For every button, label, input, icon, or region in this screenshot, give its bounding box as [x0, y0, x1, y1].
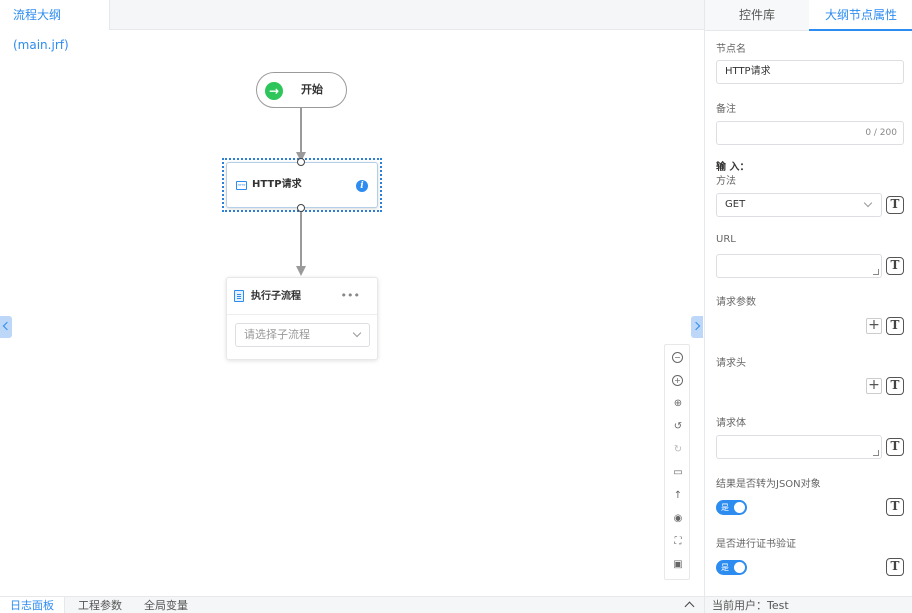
arrow-up-icon[interactable]: ↑ — [671, 489, 685, 503]
json-result-toggle[interactable]: 是 — [716, 500, 747, 515]
properties-panel: 控件库 大纲节点属性 节点名 HTTP请求 备注 0 / 200 输 入： 方法… — [704, 0, 912, 613]
fullscreen-icon[interactable]: ⛶ — [671, 535, 685, 549]
chevron-left-icon — [2, 321, 12, 331]
body-textarea[interactable] — [716, 435, 882, 459]
port-in[interactable] — [297, 158, 305, 166]
text-mode-button[interactable]: T — [886, 498, 904, 516]
text-mode-button[interactable]: T — [886, 438, 904, 456]
resize-grip-icon[interactable] — [873, 269, 879, 275]
chevron-right-icon — [691, 321, 701, 331]
chevron-down-icon — [352, 328, 362, 338]
add-query-param-button[interactable]: + — [866, 318, 882, 334]
subflow-select[interactable]: 请选择子流程 — [235, 323, 370, 347]
info-icon[interactable]: i — [356, 180, 368, 192]
chevron-up-icon[interactable] — [684, 601, 695, 612]
tab-project-params[interactable]: 工程参数 — [78, 597, 122, 613]
tab-global-vars[interactable]: 全局变量 — [144, 597, 188, 613]
node-subflow-header: 执行子流程 ••• — [227, 278, 377, 315]
cert-verify-label: 是否进行证书验证 — [716, 539, 796, 550]
json-result-label: 结果是否转为JSON对象 — [716, 479, 821, 490]
method-value: GET — [725, 199, 746, 210]
toggle-text: 是 — [721, 563, 729, 572]
more-icon[interactable]: ••• — [341, 289, 360, 302]
node-http-label: HTTP请求 — [252, 179, 302, 190]
flow-canvas[interactable]: 流程大纲(main.jrf) → 开始 HTTP HTTP请求 i 执行子流程 … — [0, 0, 704, 596]
redo-icon[interactable]: ↻ — [671, 443, 685, 457]
tab-log-panel[interactable]: 日志面板 — [0, 597, 65, 613]
zoom-out-icon[interactable]: − — [672, 352, 683, 363]
bottom-panel-tabs: 日志面板 工程参数 全局变量 — [0, 596, 704, 613]
node-subflow[interactable]: 执行子流程 ••• 请选择子流程 — [226, 277, 378, 360]
toggle-knob — [734, 562, 745, 573]
zoom-in-icon[interactable]: + — [672, 375, 683, 386]
tab-node-properties[interactable]: 大纲节点属性 — [809, 0, 912, 31]
locate-center-icon[interactable]: ⊕ — [671, 397, 685, 411]
text-mode-button[interactable]: T — [886, 317, 904, 335]
text-mode-button[interactable]: T — [886, 558, 904, 576]
collapse-left-button[interactable] — [0, 316, 12, 338]
resize-grip-icon[interactable] — [873, 450, 879, 456]
canvas-toolbar: − + ⊕ ↺ ↻ ▭ ↑ ◉ ⛶ ▣ — [664, 344, 690, 580]
remark-counter: 0 / 200 — [865, 128, 897, 138]
text-mode-button[interactable]: T — [886, 257, 904, 275]
headers-label: 请求头 — [716, 358, 746, 369]
collapse-right-button[interactable] — [691, 316, 703, 338]
toggle-text: 是 — [721, 503, 729, 512]
remark-label: 备注 — [716, 104, 736, 115]
eye-icon[interactable]: ◉ — [671, 512, 685, 526]
add-header-button[interactable]: + — [866, 378, 882, 394]
subflow-select-placeholder: 请选择子流程 — [244, 328, 310, 341]
undo-icon[interactable]: ↺ — [671, 420, 685, 434]
node-name-value: HTTP请求 — [725, 66, 771, 77]
url-label: URL — [716, 234, 736, 245]
current-user-status: 当前用户：Test — [705, 596, 912, 613]
port-out[interactable] — [297, 204, 305, 212]
toggle-knob — [734, 502, 745, 513]
http-icon: HTTP — [236, 181, 247, 190]
image-export-icon[interactable]: ▣ — [671, 558, 685, 572]
layer-icon[interactable]: ▭ — [671, 466, 685, 480]
method-select[interactable]: GET — [716, 193, 882, 217]
node-subflow-label: 执行子流程 — [251, 291, 301, 302]
remark-textarea[interactable]: 0 / 200 — [716, 121, 904, 145]
node-name-input[interactable]: HTTP请求 — [716, 60, 904, 84]
tab-main-file[interactable]: 流程大纲(main.jrf) — [0, 0, 110, 52]
input-section-title: 输 入： — [716, 162, 750, 173]
arrow-head — [296, 266, 306, 276]
text-mode-button[interactable]: T — [886, 377, 904, 395]
right-panel-tabs: 控件库 大纲节点属性 — [705, 0, 912, 31]
arrow-right-icon: → — [265, 82, 283, 100]
node-start-label: 开始 — [301, 83, 323, 96]
body-label: 请求体 — [716, 418, 746, 429]
text-mode-button[interactable]: T — [886, 196, 904, 214]
query-params-label: 请求参数 — [716, 297, 756, 308]
url-textarea[interactable] — [716, 254, 882, 278]
tab-control-library[interactable]: 控件库 — [705, 0, 809, 31]
chevron-down-icon — [863, 198, 873, 208]
edge-http-to-subflow[interactable] — [300, 211, 302, 268]
cert-verify-toggle[interactable]: 是 — [716, 560, 747, 575]
node-start[interactable]: → 开始 — [256, 72, 347, 108]
node-name-label: 节点名 — [716, 44, 746, 55]
document-icon — [234, 290, 244, 302]
file-tab-bar: 流程大纲(main.jrf) — [0, 0, 704, 52]
method-label: 方法 — [716, 176, 736, 187]
edge-start-to-http[interactable] — [300, 108, 302, 154]
node-http-request[interactable]: HTTP HTTP请求 i — [226, 162, 378, 208]
